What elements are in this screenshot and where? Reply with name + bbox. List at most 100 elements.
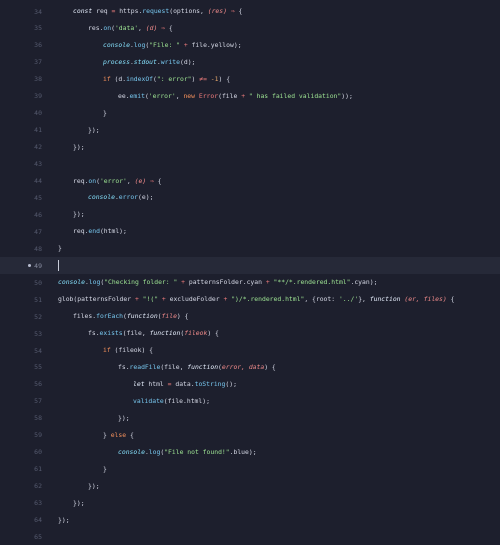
line-number: 50 [34, 278, 42, 287]
code-token: https. [115, 7, 143, 15]
code-line[interactable]: 42}); [0, 139, 500, 156]
line-number: 53 [34, 329, 42, 338]
code-token: , [138, 23, 146, 32]
code-line[interactable]: 35 res.on('data', (d) ⇒ { [0, 20, 500, 37]
code-line[interactable]: 64}); [0, 512, 500, 529]
code-token: " has failed validation" [248, 91, 342, 100]
code-line[interactable]: 37 process.stdout.write(d); [0, 54, 500, 71]
code-token: error [118, 193, 139, 202]
code-text: fs.exists(file, function(fileok) { [44, 325, 219, 342]
code-line[interactable]: 45 console.error(e); [0, 189, 500, 206]
code-token: console [103, 40, 130, 49]
code-text: }); [44, 512, 70, 529]
code-line[interactable]: 61} [0, 461, 500, 478]
code-line[interactable]: 44 req.on('error', (e) ⇒ { [0, 173, 500, 190]
code-token: function [187, 362, 219, 371]
code-text: const req = https.request(options, (res)… [44, 3, 242, 20]
code-token: ) { [264, 362, 276, 371]
code-token: function [149, 329, 181, 338]
code-line[interactable]: 53 fs.exists(file, function(fileok) { [0, 325, 500, 342]
code-text: glob(patternsFolder + "!(" + excludeFold… [44, 291, 454, 308]
code-token: (html); [99, 227, 127, 236]
code-line[interactable]: 55 fs.readFile(file, function(error, data… [0, 359, 500, 376]
code-line[interactable]: 62}); [0, 478, 500, 495]
code-line[interactable]: 43 [0, 156, 500, 173]
code-token: }); [73, 210, 85, 219]
code-line[interactable]: 39 ee.emit('error', new Error(file + " ha… [0, 88, 500, 105]
code-line[interactable]: 57 validate(file.html); [0, 393, 500, 410]
code-line[interactable]: 41}); [0, 122, 500, 139]
code-line[interactable]: 40} [0, 105, 500, 122]
code-token: (fileok) { [110, 346, 154, 354]
code-token: ": error" [156, 74, 192, 83]
code-line[interactable]: 51 glob(patternsFolder + "!(" + excludeFo… [0, 291, 500, 308]
code-line[interactable]: 60 console.log("File not found!".blue); [0, 444, 500, 461]
code-line[interactable]: 58}); [0, 410, 500, 427]
code-token: -1 [210, 74, 219, 83]
code-text: res.on('data', (d) ⇒ { [44, 20, 173, 37]
line-number: 54 [34, 346, 42, 355]
code-text: }); [44, 410, 130, 427]
code-text: } [44, 240, 62, 257]
line-number: 59 [34, 431, 42, 440]
code-token: emit [129, 91, 145, 100]
code-token: readFile [129, 362, 161, 371]
code-text: } [44, 105, 107, 122]
code-token: (res) [207, 7, 227, 15]
code-token: console [58, 278, 85, 287]
code-token: { [238, 7, 243, 15]
code-token: } [103, 464, 107, 473]
code-line[interactable]: 48} [0, 240, 500, 257]
code-line[interactable]: 47 req.end(html); [0, 223, 500, 240]
line-number: 45 [34, 193, 42, 202]
code-line[interactable]: 52 files.forEach(function(file) { [0, 308, 500, 325]
code-token: exists [99, 329, 123, 338]
code-line[interactable]: 54 if (fileok) { [0, 342, 500, 359]
code-token: req. [73, 227, 89, 236]
code-token: (file.html); [163, 396, 210, 405]
code-token: fs. [118, 362, 130, 371]
code-token: fs. [88, 329, 100, 338]
code-line[interactable]: 36 console.log("File: " + file.yellow); [0, 37, 500, 54]
code-token: req. [73, 176, 89, 185]
line-number: 41 [34, 126, 42, 135]
code-line[interactable]: 46}); [0, 206, 500, 223]
code-token: (e) [134, 176, 147, 185]
code-line[interactable]: 59} else { [0, 427, 500, 444]
code-token: on [103, 23, 112, 32]
code-token: res. [88, 23, 104, 32]
code-line[interactable]: 63}); [0, 495, 500, 512]
code-token: '../' [338, 295, 359, 304]
code-token: (er, files) [404, 295, 447, 304]
code-text: console.log("File not found!".blue); [44, 444, 257, 461]
code-token: request [142, 7, 170, 15]
code-token: "!(" [142, 295, 159, 304]
code-text: }); [44, 122, 100, 139]
code-line[interactable]: 34 const req = https.request(options, (re… [0, 3, 500, 20]
code-token: { [446, 295, 455, 304]
code-token: }); [58, 515, 70, 524]
code-token: log [148, 447, 161, 456]
code-editor[interactable]: 34 const req = https.request(options, (re… [0, 0, 500, 542]
line-number: 57 [34, 397, 42, 406]
code-token: } [103, 430, 111, 439]
code-line[interactable]: 65 [0, 528, 500, 545]
code-token: if [103, 74, 111, 83]
code-token: (d. [110, 74, 127, 83]
code-token: console [118, 447, 145, 456]
code-token: 'data' [114, 23, 139, 32]
code-line[interactable]: 56 let html = data.toString(); [0, 376, 500, 393]
code-token: glob [58, 295, 74, 304]
line-number: 40 [34, 109, 42, 118]
code-token: const [73, 7, 93, 15]
code-token: ) { [218, 74, 231, 83]
code-token: { [157, 176, 162, 185]
code-line[interactable]: 50 console.log("Checking folder: " + patt… [0, 274, 500, 291]
code-token: (d) [145, 23, 158, 32]
code-line[interactable]: 38 if (d.indexOf(": error") ≠= -1) { [0, 71, 500, 88]
code-token: write [160, 57, 180, 66]
code-token: + [158, 295, 170, 304]
line-number: 63 [34, 499, 42, 508]
code-line[interactable]: 49 [0, 257, 500, 275]
code-token: ≠= [199, 74, 207, 83]
